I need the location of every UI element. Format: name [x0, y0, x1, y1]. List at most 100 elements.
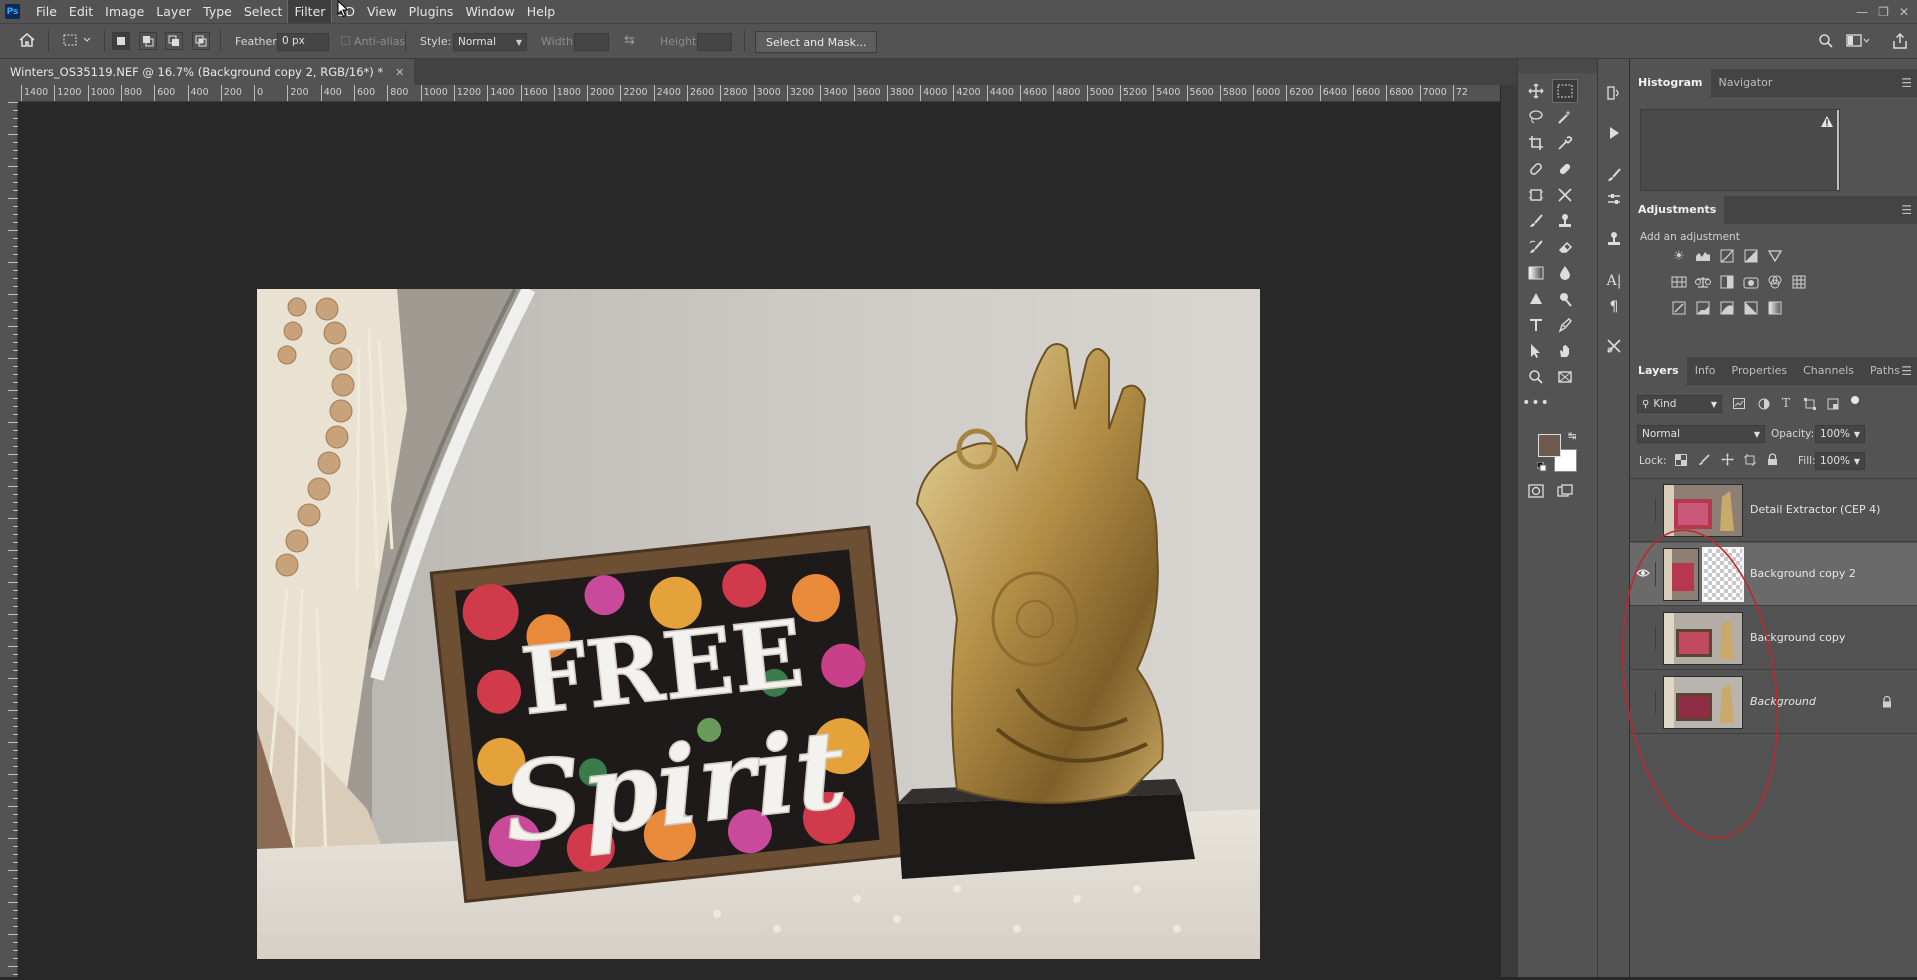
- home-icon[interactable]: [18, 32, 38, 50]
- brightness-contrast-icon[interactable]: ☀: [1670, 248, 1688, 264]
- tab-navigator[interactable]: Navigator: [1711, 69, 1781, 97]
- selective-color-icon[interactable]: [1742, 300, 1760, 316]
- clone-stamp-tool-icon[interactable]: [1552, 209, 1578, 233]
- menu-view[interactable]: View: [361, 0, 403, 23]
- posterize-icon[interactable]: [1694, 300, 1712, 316]
- threshold-icon[interactable]: [1718, 300, 1736, 316]
- vibrance-icon[interactable]: [1766, 248, 1784, 264]
- quick-mask-icon[interactable]: [1523, 479, 1549, 503]
- lock-transparent-icon[interactable]: [1675, 454, 1687, 469]
- tools-panel-grip[interactable]: [1518, 59, 1598, 73]
- exposure-icon[interactable]: [1742, 248, 1760, 264]
- filter-pixel-icon[interactable]: [1733, 398, 1745, 412]
- frame-tool-icon[interactable]: [1523, 183, 1549, 207]
- close-icon[interactable]: ✕: [1899, 5, 1909, 19]
- intersect-selection-icon[interactable]: [192, 32, 210, 50]
- close-tab-icon[interactable]: ✕: [395, 66, 404, 79]
- color-balance-icon[interactable]: [1694, 274, 1712, 290]
- foreground-color-swatch[interactable]: [1538, 434, 1561, 457]
- restore-icon[interactable]: ❐: [1878, 5, 1889, 19]
- lasso-tool-icon[interactable]: [1523, 105, 1549, 129]
- brushes-panel-icon[interactable]: [1602, 187, 1626, 211]
- tab-properties[interactable]: Properties: [1724, 357, 1796, 385]
- paragraph-panel-icon[interactable]: ¶: [1602, 295, 1626, 319]
- magic-wand-tool-icon[interactable]: [1552, 105, 1578, 129]
- select-and-mask-button[interactable]: Select and Mask...: [755, 31, 878, 53]
- menu-select[interactable]: Select: [238, 0, 289, 23]
- lock-position-icon[interactable]: [1721, 453, 1734, 469]
- color-lookup-icon[interactable]: [1790, 274, 1808, 290]
- menu-edit[interactable]: Edit: [63, 0, 99, 23]
- antialias-checkbox[interactable]: [341, 36, 350, 45]
- black-white-icon[interactable]: [1718, 274, 1736, 290]
- lock-icon[interactable]: [1882, 695, 1892, 711]
- canvas-area[interactable]: FREE Spirit: [18, 102, 1500, 977]
- channel-mixer-icon[interactable]: [1766, 274, 1784, 290]
- dodge-tool-icon[interactable]: [1523, 287, 1549, 311]
- tab-layers[interactable]: Layers: [1630, 357, 1687, 385]
- brush-settings-icon[interactable]: [1602, 163, 1626, 187]
- style-select[interactable]: Normal ▼: [453, 33, 527, 51]
- hand-tool-icon[interactable]: [1552, 339, 1578, 363]
- warning-icon[interactable]: [1821, 116, 1833, 130]
- menu-filter[interactable]: Filter: [287, 0, 333, 24]
- height-input[interactable]: [697, 33, 732, 51]
- pen-tool-icon[interactable]: [1552, 313, 1578, 337]
- filter-toggle-icon[interactable]: [1851, 396, 1859, 404]
- filter-type-icon[interactable]: T: [1782, 396, 1790, 410]
- vertical-scrollbar[interactable]: [1500, 85, 1517, 977]
- path-selection-tool-icon[interactable]: [1523, 339, 1549, 363]
- swap-dimensions-icon[interactable]: ⇆: [624, 33, 635, 48]
- subtract-selection-icon[interactable]: [165, 32, 183, 50]
- width-input[interactable]: [574, 33, 609, 51]
- healing-brush-tool-icon[interactable]: [1523, 157, 1549, 181]
- lock-artboard-icon[interactable]: [1744, 454, 1756, 469]
- layer-filter-select[interactable]: ⚲ Kind ▼: [1637, 395, 1722, 413]
- workspace-icon[interactable]: [1846, 33, 1870, 52]
- tab-adjustments[interactable]: Adjustments: [1630, 196, 1725, 224]
- menu-type[interactable]: Type: [197, 0, 238, 23]
- feather-input[interactable]: 0 px: [277, 33, 329, 51]
- invert-icon[interactable]: [1670, 300, 1688, 316]
- more-tools-icon[interactable]: •••: [1522, 391, 1549, 415]
- menu-image[interactable]: Image: [99, 0, 150, 23]
- tab-histogram[interactable]: Histogram: [1630, 69, 1711, 97]
- zoom-tool-icon[interactable]: [1523, 365, 1549, 389]
- tab-info[interactable]: Info: [1687, 357, 1724, 385]
- filter-smart-object-icon[interactable]: [1827, 398, 1839, 413]
- type-tool-icon[interactable]: [1523, 313, 1549, 337]
- tools-preset-icon[interactable]: [1602, 334, 1626, 358]
- blend-mode-select[interactable]: Normal ▼: [1637, 425, 1765, 443]
- share-icon[interactable]: [1892, 32, 1908, 53]
- menu-help[interactable]: Help: [521, 0, 562, 23]
- burn-tool-icon[interactable]: [1552, 287, 1578, 311]
- curves-icon[interactable]: [1718, 248, 1736, 264]
- patch-tool-icon[interactable]: [1552, 157, 1578, 181]
- crop-tool-icon[interactable]: [1523, 131, 1549, 155]
- hue-saturation-icon[interactable]: [1670, 274, 1688, 290]
- add-selection-icon[interactable]: [139, 32, 157, 50]
- gradient-map-icon[interactable]: [1766, 300, 1784, 316]
- gradient-tool-icon[interactable]: [1523, 261, 1549, 285]
- layer-name[interactable]: Detail Extractor (CEP 4): [1750, 503, 1880, 516]
- history-brush-tool-icon[interactable]: [1523, 235, 1549, 259]
- lock-image-icon[interactable]: [1698, 454, 1710, 469]
- menu-file[interactable]: File: [30, 0, 63, 23]
- eyedropper-tool-icon[interactable]: [1552, 131, 1578, 155]
- tab-channels[interactable]: Channels: [1795, 357, 1862, 385]
- screen-mode-icon[interactable]: [1552, 479, 1578, 503]
- levels-icon[interactable]: [1694, 248, 1712, 264]
- photo-filter-icon[interactable]: [1742, 274, 1760, 290]
- layer-visibility-toggle[interactable]: [1634, 498, 1656, 522]
- minimize-icon[interactable]: —: [1856, 5, 1868, 19]
- slice-tool-icon[interactable]: [1552, 183, 1578, 207]
- artboard-tool-icon[interactable]: [1552, 365, 1578, 389]
- panel-menu-icon[interactable]: ☰: [1901, 203, 1912, 217]
- brush-tool-icon[interactable]: [1523, 209, 1549, 233]
- lock-all-icon[interactable]: [1767, 453, 1778, 469]
- panel-menu-icon[interactable]: ☰: [1901, 364, 1912, 378]
- menu-window[interactable]: Window: [459, 0, 520, 23]
- eraser-tool-icon[interactable]: [1552, 235, 1578, 259]
- new-selection-icon[interactable]: [112, 32, 130, 50]
- clone-source-icon[interactable]: [1602, 227, 1626, 251]
